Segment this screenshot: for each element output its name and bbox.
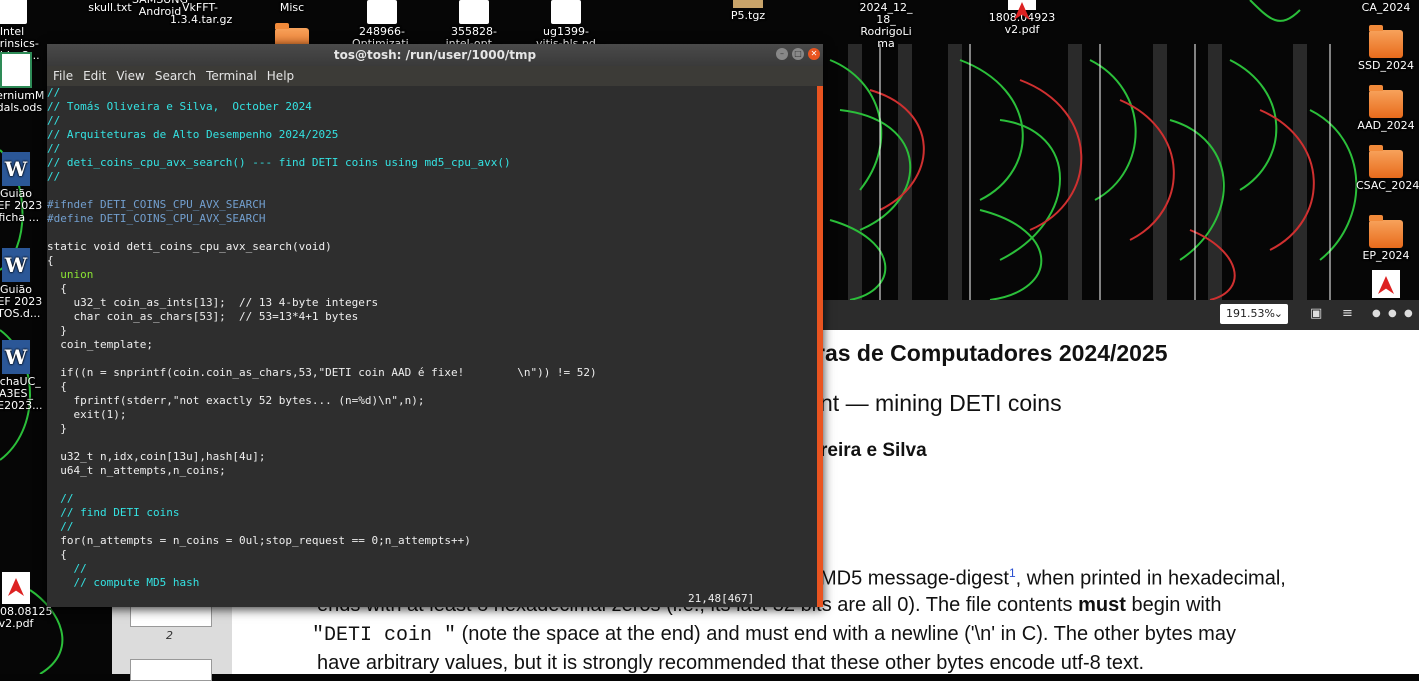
code-line: static void deti_coins_cpu_avx_search(vo…: [47, 240, 332, 253]
code-line: union: [47, 268, 94, 281]
document-subtitle: nt — mining DETI coins: [820, 390, 1062, 416]
code-line: fprintf(stderr,"not exactly 52 bytes... …: [47, 394, 425, 407]
desktop-icon-ficha-uc[interactable]: WFichaUC_ A3ES_ CE2023...: [0, 340, 46, 412]
code-line: // deti_coins_cpu_avx_search() --- find …: [47, 156, 511, 169]
document-author: reira e Silva: [820, 440, 927, 461]
code-line: //: [47, 520, 74, 533]
code-line: //: [47, 562, 87, 575]
page-thumbnails: 2: [112, 603, 232, 681]
desktop-icon-csac-2024[interactable]: CSAC_2024: [1356, 145, 1419, 192]
code-line: u64_t n_attempts,n_coins;: [47, 464, 226, 477]
code-line: u32_t n,idx,coin[13u],hash[4u];: [47, 450, 266, 463]
menu-search[interactable]: Search: [155, 69, 196, 83]
spreadsheet-icon: [0, 52, 32, 88]
menu-edit[interactable]: Edit: [83, 69, 106, 83]
desktop-icon-1808-04923[interactable]: 1808.04923 v2.pdf: [985, 0, 1059, 36]
footnote-link[interactable]: 1: [1009, 566, 1016, 580]
word-document-icon: W: [2, 340, 30, 374]
menu-terminal[interactable]: Terminal: [206, 69, 257, 83]
code-line: if((n = snprintf(coin.coin_as_chars,53,"…: [47, 366, 597, 379]
code-line: //: [47, 86, 61, 99]
code-line: exit(1);: [47, 408, 127, 421]
minimize-icon[interactable]: ●: [1372, 308, 1381, 319]
desktop-icon-355828[interactable]: 355828- intel-opt...: [444, 0, 504, 50]
code-line: for(n_attempts = n_coins = 0ul;stop_requ…: [47, 534, 471, 547]
menu-view[interactable]: View: [116, 69, 144, 83]
document-icon: [459, 0, 489, 24]
desktop-icon-p5-tgz[interactable]: P5.tgz: [718, 0, 778, 22]
code-line: //: [47, 114, 61, 127]
paragraph-line-1: MD5 message-digest1, when printed in hex…: [820, 566, 1286, 590]
code-line: #ifndef DETI_COINS_CPU_AVX_SEARCH: [47, 198, 266, 211]
archive-icon: [733, 0, 763, 8]
code-line: {: [47, 282, 67, 295]
terminal-text-area[interactable]: // // Tomás Oliveira e Silva, October 20…: [47, 86, 817, 607]
editor-cursor-position: 21,48[467]: [688, 592, 755, 605]
code-line: // find DETI coins: [47, 506, 180, 519]
pdf-icon: [2, 572, 30, 604]
document-icon: [0, 0, 27, 24]
code-line: char coin_as_chars[53]; // 53=13*4+1 byt…: [47, 310, 359, 323]
desktop-icon-ssd-2024[interactable]: SSD_2024: [1356, 25, 1416, 72]
desktop-icon-rodrigo-lima[interactable]: 2024_12_ 18_ RodrigoLi ma: [856, 2, 916, 50]
document-properties-icon[interactable]: ▣: [1310, 306, 1322, 321]
folder-icon: [1369, 85, 1403, 118]
desktop-icon-248966[interactable]: 248966- Optimizati...: [352, 0, 419, 50]
close-icon[interactable]: ●: [1404, 308, 1413, 319]
desktop-icon-ug1399[interactable]: ug1399- vitis-hls.pd...: [536, 0, 606, 50]
pdf-icon: [1008, 0, 1036, 10]
page-thumbnail[interactable]: [130, 659, 212, 681]
folder-icon: [1369, 215, 1403, 248]
thumbnail-page-number: 2: [166, 629, 173, 642]
close-icon[interactable]: ✕: [808, 48, 820, 60]
code-line: // Arquiteturas de Alto Desempenho 2024/…: [47, 128, 339, 141]
menu-file[interactable]: File: [53, 69, 73, 83]
word-document-icon: W: [2, 248, 30, 282]
desktop-icon-ep-2024[interactable]: EP_2024: [1356, 215, 1416, 262]
maximize-icon[interactable]: □: [792, 48, 804, 60]
code-line: #define DETI_COINS_CPU_AVX_SEARCH: [47, 212, 266, 225]
desktop-icon-pdf-right[interactable]: [1356, 270, 1416, 300]
paragraph-line-3: "DETI coin " (note the space at the end)…: [312, 623, 1236, 647]
code-line: // Tomás Oliveira e Silva, October 2024: [47, 100, 312, 113]
code-line: //: [47, 492, 74, 505]
terminal-menubar: File Edit View Search Terminal Help: [47, 66, 823, 86]
document-icon: [367, 0, 397, 24]
window-title: tos@tosh: /run/user/1000/tmp: [47, 44, 823, 66]
folder-icon: [1369, 25, 1403, 58]
desktop-icon-guiao-tos[interactable]: WGuião CEF 2023 _TOS.d...: [0, 248, 46, 320]
zoom-select[interactable]: 191.53% ⌄: [1220, 304, 1288, 324]
minimize-icon[interactable]: –: [776, 48, 788, 60]
menu-icon[interactable]: ≡: [1342, 306, 1353, 321]
desktop-icon-guiao-ficha[interactable]: WGuião CEF 2023 _ficha ...: [0, 152, 46, 224]
code-line: //: [47, 142, 61, 155]
word-document-icon: W: [2, 152, 30, 186]
desktop-icon-gernium-ods[interactable]: GerniumM odals.ods: [0, 52, 46, 114]
folder-icon: [1369, 145, 1403, 178]
menu-help[interactable]: Help: [267, 69, 294, 83]
code-line: u32_t coin_as_ints[13]; // 13 4-byte int…: [47, 296, 379, 309]
code-line: {: [47, 380, 67, 393]
desktop-icon-ca-2024[interactable]: CA_2024: [1356, 2, 1416, 14]
terminal-window: tos@tosh: /run/user/1000/tmp – □ ✕ File E…: [47, 44, 823, 607]
maximize-icon[interactable]: ●: [1388, 308, 1397, 319]
code-line: {: [47, 254, 54, 267]
desktop-icon-1808-08125[interactable]: 1808.08125 v2.pdf: [0, 572, 52, 630]
chevron-down-icon: ⌄: [1273, 307, 1283, 320]
pdf-icon: [1372, 270, 1400, 298]
document-heading: ras de Computadores 2024/2025: [816, 340, 1168, 366]
code-line: }: [47, 422, 67, 435]
code-line: // compute MD5 hash: [47, 576, 200, 589]
code-lines: // // Tomás Oliveira e Silva, October 20…: [47, 86, 817, 590]
code-line: coin_template;: [47, 338, 153, 351]
paragraph-line-4: have arbitrary values, but it is strongl…: [317, 652, 1145, 674]
code-line: }: [47, 324, 67, 337]
terminal-scrollbar[interactable]: [817, 86, 823, 607]
code-line: {: [47, 548, 67, 561]
desktop-icon-aad-2024[interactable]: AAD_2024: [1356, 85, 1416, 132]
document-icon: [551, 0, 581, 24]
code-line: //: [47, 170, 61, 183]
desktop-icon-vkfft[interactable]: VkFFT- 1.3.4.tar.gz: [170, 2, 232, 26]
